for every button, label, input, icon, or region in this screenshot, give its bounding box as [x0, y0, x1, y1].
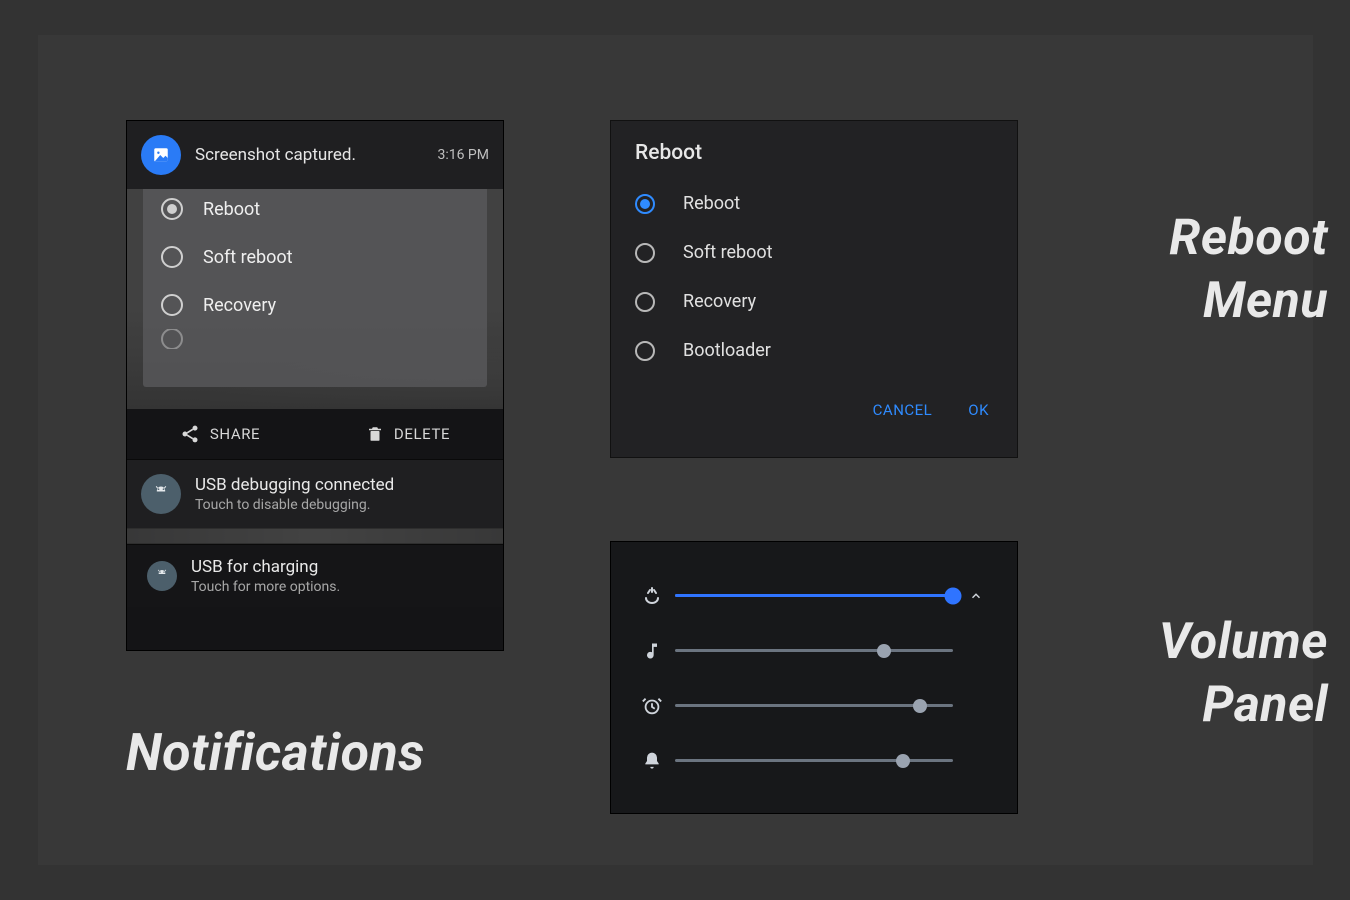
reboot-option-label: Soft reboot — [683, 242, 773, 263]
radio-icon — [635, 243, 655, 263]
preview-option-recov: Recovery — [161, 281, 469, 329]
usb-charge-title: USB for charging — [191, 557, 340, 577]
reboot-option-soft[interactable]: Soft reboot — [611, 228, 1017, 277]
ringer-icon[interactable] — [629, 584, 675, 608]
reboot-option-label: Reboot — [683, 193, 740, 214]
ok-button[interactable]: OK — [968, 401, 989, 419]
cancel-button[interactable]: CANCEL — [873, 401, 933, 419]
share-button[interactable]: SHARE — [180, 424, 260, 444]
notification-usb-debug[interactable]: USB debugging connected Touch to disable… — [127, 459, 503, 528]
media-slider[interactable] — [675, 649, 953, 652]
preview-option-label: Recovery — [203, 295, 276, 316]
preview-reboot-list: Reboot Soft reboot Recovery — [143, 189, 487, 387]
usb-charge-subtitle: Touch for more options. — [191, 579, 340, 595]
share-label: SHARE — [210, 425, 260, 443]
alarm-clock-icon[interactable] — [629, 695, 675, 717]
notification-time: 3:16 PM — [437, 147, 489, 163]
notification-actions: SHARE DELETE — [127, 409, 503, 459]
chevron-up-icon — [969, 589, 983, 603]
radio-icon — [635, 194, 655, 214]
reboot-option-reboot[interactable]: Reboot — [611, 179, 1017, 228]
android-icon — [141, 474, 181, 514]
share-icon — [180, 424, 200, 444]
delete-label: DELETE — [394, 425, 450, 443]
notification-screenshot[interactable]: Screenshot captured. 3:16 PM — [127, 121, 503, 189]
volume-row-ringer — [629, 568, 999, 623]
volume-row-alarm — [629, 678, 999, 733]
usb-debug-subtitle: Touch to disable debugging. — [195, 497, 394, 513]
radio-icon — [635, 292, 655, 312]
volume-row-notification — [629, 733, 999, 788]
reboot-dialog: Reboot Reboot Soft reboot Recovery Bootl… — [610, 120, 1018, 458]
alarm-slider[interactable] — [675, 704, 953, 707]
reboot-option-recovery[interactable]: Recovery — [611, 277, 1017, 326]
preview-option-reboot: Reboot — [161, 189, 469, 233]
volume-panel — [610, 541, 1018, 814]
reboot-option-label: Recovery — [683, 291, 756, 312]
preview-option-soft: Soft reboot — [161, 233, 469, 281]
preview-option-label: Reboot — [203, 199, 260, 220]
image-icon — [141, 135, 181, 175]
notification-preview[interactable]: Reboot Soft reboot Recovery — [127, 189, 503, 409]
reboot-option-label: Bootloader — [683, 340, 771, 361]
android-icon — [147, 561, 177, 591]
stage: Screenshot captured. 3:16 PM Reboot Soft… — [38, 35, 1313, 865]
preview-option-label: Soft reboot — [203, 247, 293, 268]
notification-title: Screenshot captured. — [195, 145, 437, 165]
notification-slider[interactable] — [675, 759, 953, 762]
notifications-card: Screenshot captured. 3:16 PM Reboot Soft… — [126, 120, 504, 651]
notification-usb-charging[interactable]: USB for charging Touch for more options. — [127, 544, 503, 607]
trash-icon — [366, 424, 384, 444]
delete-button[interactable]: DELETE — [366, 424, 450, 444]
reboot-option-bootloader[interactable]: Bootloader — [611, 326, 1017, 375]
caption-volume-panel: VolumePanel — [1118, 611, 1328, 736]
caption-notifications: Notifications — [126, 720, 425, 785]
usb-debug-title: USB debugging connected — [195, 475, 394, 495]
caption-reboot-menu: RebootMenu — [1118, 207, 1328, 332]
ringer-slider[interactable] — [675, 594, 953, 597]
volume-row-media — [629, 623, 999, 678]
bell-icon[interactable] — [629, 751, 675, 771]
notification-separator — [127, 528, 503, 544]
music-note-icon[interactable] — [629, 641, 675, 661]
reboot-title: Reboot — [611, 141, 1017, 179]
preview-option-cut — [161, 329, 469, 349]
radio-icon — [635, 341, 655, 361]
